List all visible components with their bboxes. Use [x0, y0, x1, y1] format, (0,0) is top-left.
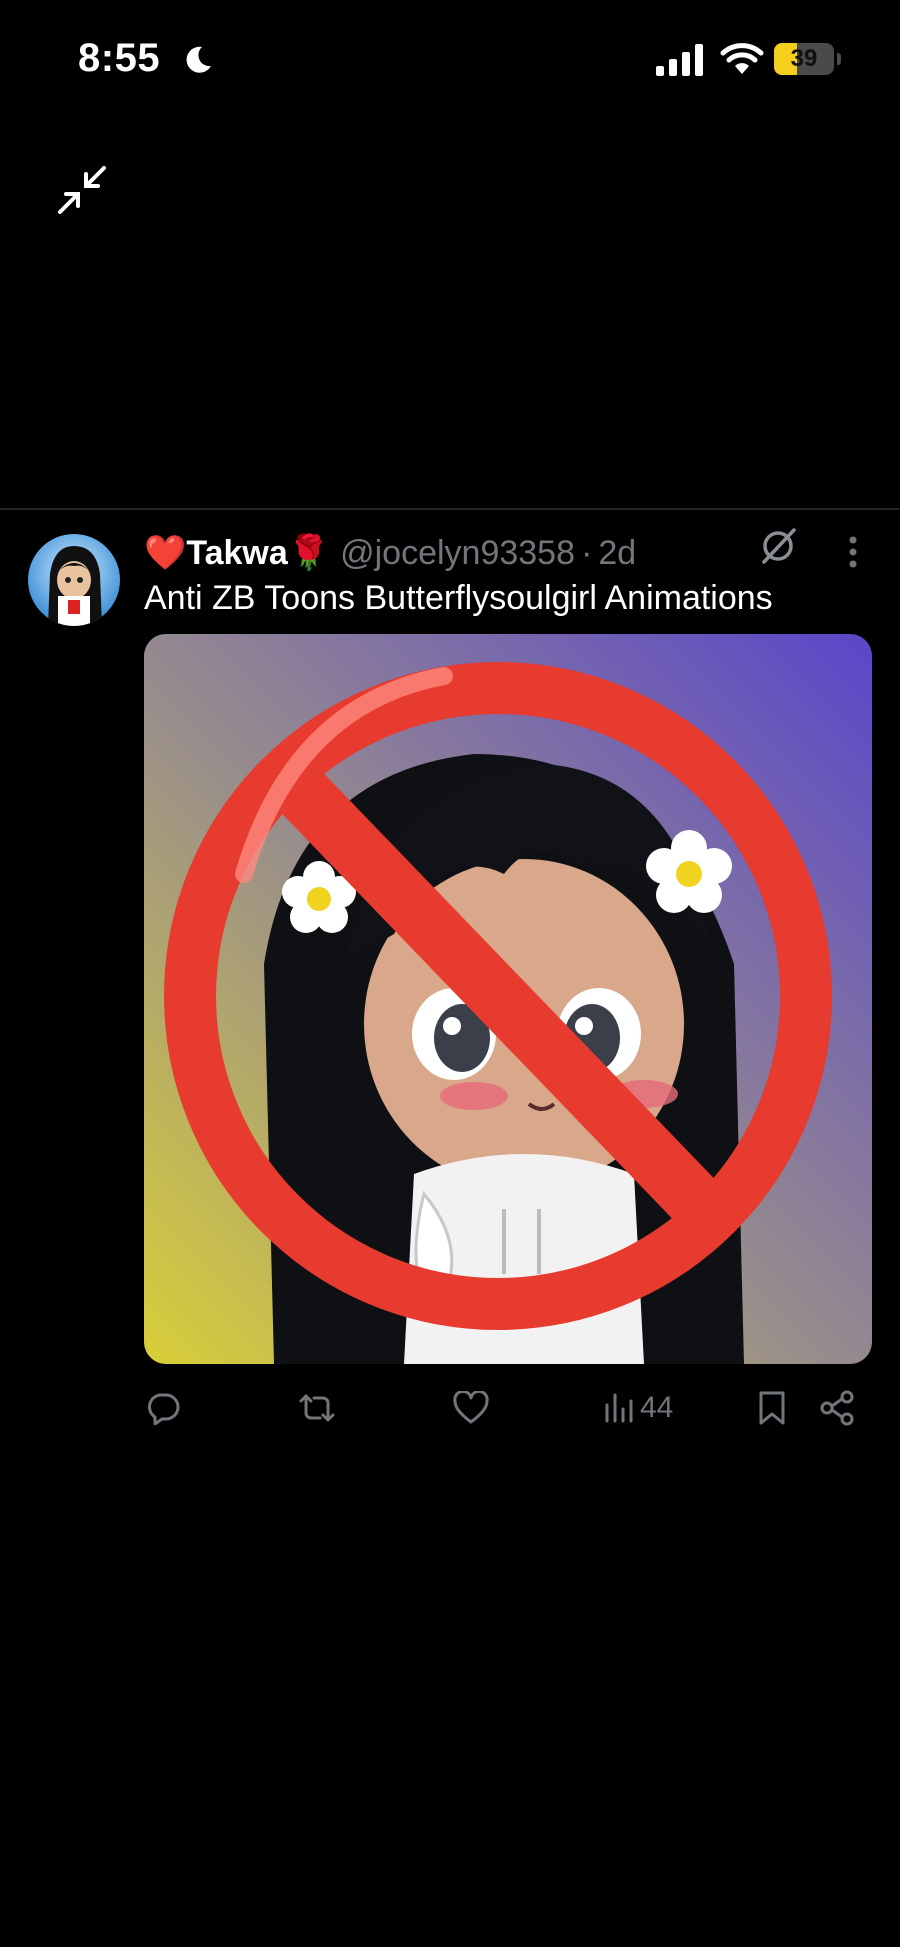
grok-icon[interactable]	[758, 526, 798, 566]
retweet-button[interactable]	[298, 1380, 336, 1436]
handle[interactable]: @jocelyn93358	[340, 534, 575, 572]
views-button[interactable]: 44	[604, 1380, 673, 1436]
reply-button[interactable]	[146, 1380, 180, 1436]
status-time: 8:55	[78, 36, 161, 80]
minimize-icon[interactable]	[56, 164, 108, 216]
status-bar: 8:55 39	[0, 0, 900, 120]
tweet-actions: 44	[0, 1380, 900, 1436]
tweet-media[interactable]	[144, 634, 872, 1364]
retweet-icon	[299, 1394, 335, 1422]
reply-icon	[148, 1393, 180, 1425]
display-name[interactable]: ❤️Takwa🌹	[144, 534, 330, 572]
tweet-header: ❤️Takwa🌹 @jocelyn93358 · 2d	[144, 528, 636, 578]
separator-dot: ·	[581, 534, 593, 572]
share-button[interactable]	[820, 1380, 856, 1436]
moon-icon	[186, 46, 211, 73]
more-options-icon[interactable]	[838, 532, 868, 572]
wifi-icon	[720, 43, 764, 74]
cellular-signal-icon	[656, 44, 703, 76]
bookmark-icon	[759, 1391, 785, 1425]
battery-level: 39	[790, 45, 818, 72]
battery-icon: 39	[774, 43, 842, 75]
views-count: 44	[640, 1391, 674, 1424]
bookmark-button[interactable]	[756, 1380, 788, 1436]
views-icon	[605, 1393, 633, 1423]
avatar[interactable]	[28, 534, 120, 626]
share-icon	[820, 1390, 854, 1426]
timestamp[interactable]: 2d	[598, 534, 636, 572]
divider	[0, 508, 900, 510]
tweet-text: Anti ZB Toons Butterflysoulgirl Animatio…	[144, 579, 773, 617]
like-button[interactable]	[453, 1380, 489, 1436]
like-icon	[453, 1391, 489, 1424]
